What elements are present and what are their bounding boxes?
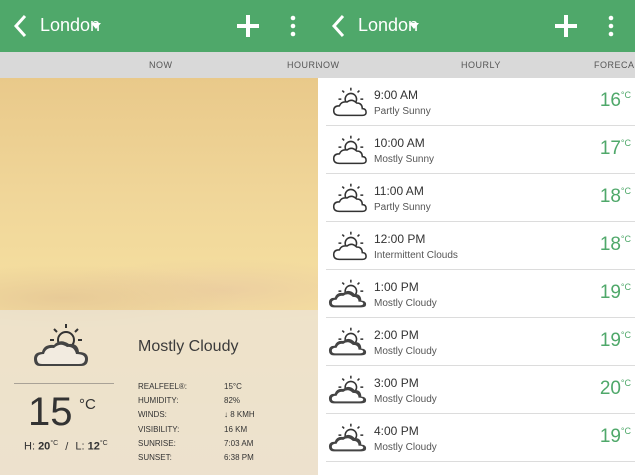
high-temp: 20 [38,440,51,453]
tab-hourly[interactable]: HOURLY [287,60,318,70]
low-label: L: [75,440,85,453]
chevron-down-icon[interactable] [91,23,101,29]
hour-temperature: 19 [599,282,621,303]
hour-condition: Partly Sunny [374,106,431,117]
mostly-cloudy-icon [328,327,367,356]
app-bar: London [318,0,635,52]
high-unit: °C [50,440,59,447]
tab-now[interactable]: NOW [149,60,173,70]
hour-temperature: 19 [599,330,621,351]
mostly-sunny-icon [332,135,367,165]
low-temp: 12 [87,440,100,453]
hour-condition: Mostly Cloudy [374,346,437,357]
more-options-icon[interactable] [608,15,614,37]
temperature-unit: °C [620,186,631,196]
hour-condition: Mostly Cloudy [374,298,437,309]
current-conditions-card: Mostly Cloudy 15 °C H: 20°C / L: 12°C RE… [0,310,318,475]
partly-sunny-icon [332,183,367,213]
hour-time: 9:00 AM [374,88,419,102]
hour-time: 2:00 PM [374,328,419,342]
tab-now[interactable]: NOW [318,60,340,70]
temperature-unit: °C [620,90,631,100]
hour-temperature: 18 [599,234,621,255]
hour-condition: Mostly Cloudy [374,442,437,453]
app-bar: London [0,0,318,52]
hourly-row[interactable]: 1:00 PM Mostly Cloudy 19 °C [326,270,635,318]
intermittent-clouds-icon [332,231,367,261]
mostly-cloudy-icon [328,279,367,308]
temperature-unit: °C [79,396,96,413]
hourly-row[interactable]: 9:00 AM Partly Sunny 16 °C [326,78,635,126]
hour-condition: Mostly Sunny [374,154,435,165]
high-label: H: [24,440,35,453]
hour-time: 10:00 AM [374,136,425,150]
hour-time: 11:00 AM [374,184,424,198]
temperature-unit: °C [620,426,631,436]
hour-condition: Intermittent Clouds [374,250,458,261]
hour-time: 4:00 PM [374,424,419,438]
hour-time: 12:00 PM [374,232,426,246]
hour-temperature: 19 [599,426,621,447]
tab-bar: NOW HOURLY FORECAS [318,52,635,78]
hourly-row[interactable]: 2:00 PM Mostly Cloudy 19 °C [326,318,635,366]
chevron-down-icon[interactable] [409,23,419,29]
back-arrow-icon[interactable] [10,12,32,40]
current-condition: Mostly Cloudy [138,338,239,355]
mostly-cloudy-icon [328,375,367,404]
add-icon[interactable] [554,14,578,38]
current-temperature: 15 [28,390,73,434]
hour-condition: Mostly Cloudy [374,394,437,405]
hourly-screen: London NOW HOURLY FORECAS 9:00 AM Partly … [318,0,635,475]
tab-forecast[interactable]: FORECAS [594,60,635,70]
divider [14,383,114,384]
mostly-cloudy-icon [328,423,367,452]
back-arrow-icon[interactable] [328,12,350,40]
hour-temperature: 18 [599,186,621,207]
tab-bar: NOW HOURLY [0,52,318,78]
hour-temperature: 16 [599,90,621,111]
hourly-row[interactable]: 3:00 PM Mostly Cloudy 20 °C [326,366,635,414]
mostly-cloudy-icon [34,324,88,366]
temperature-unit: °C [620,378,631,388]
hour-temperature: 20 [599,378,621,399]
temperature-unit: °C [620,330,631,340]
tab-hourly[interactable]: HOURLY [461,60,501,70]
hourly-row[interactable]: 10:00 AM Mostly Sunny 17 °C [326,126,635,174]
hour-time: 1:00 PM [374,280,419,294]
temperature-unit: °C [620,234,631,244]
partly-sunny-icon [332,87,367,117]
add-icon[interactable] [236,14,260,38]
now-screen: London NOW HOURLY Mostly Cloudy 15 °C [0,0,318,475]
hour-time: 3:00 PM [374,376,419,390]
hour-condition: Partly Sunny [374,202,431,213]
hourly-row[interactable]: 11:00 AM Partly Sunny 18 °C [326,174,635,222]
hour-temperature: 17 [599,138,621,159]
temperature-unit: °C [620,282,631,292]
hourly-row[interactable]: 12:00 PM Intermittent Clouds 18 °C [326,222,635,270]
temperature-unit: °C [620,138,631,148]
hourly-row[interactable]: 4:00 PM Mostly Cloudy 19 °C [326,414,635,462]
hourly-list[interactable]: 9:00 AM Partly Sunny 16 °C 10:00 AM Mostly Su… [318,78,635,462]
more-options-icon[interactable] [290,15,296,37]
low-unit: °C [99,440,108,447]
high-low: H: 20°C / L: 12°C [24,440,108,453]
